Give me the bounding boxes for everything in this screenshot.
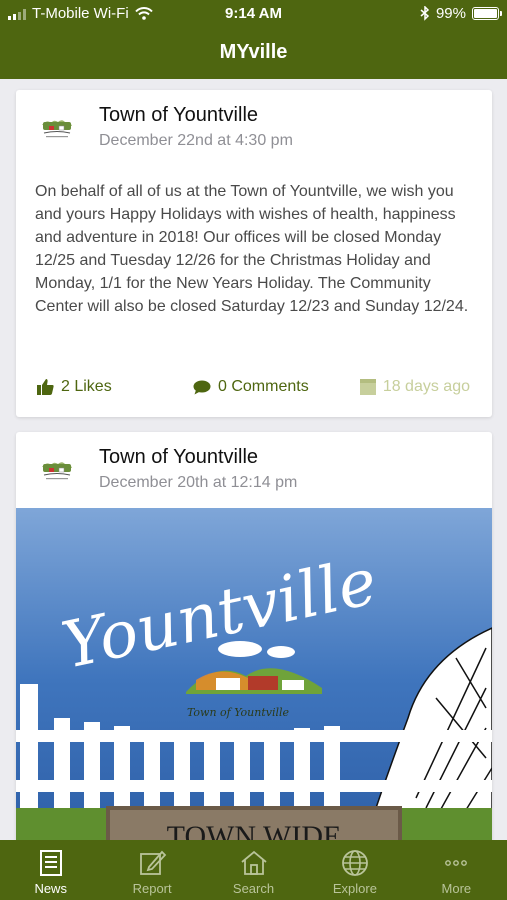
likes-count: 2 Likes	[61, 378, 112, 395]
post-image[interactable]: Yountville Town of Yountville TOWN WIDE	[16, 508, 492, 852]
more-icon	[445, 860, 468, 866]
report-icon	[140, 850, 167, 875]
news-icon	[39, 850, 62, 876]
news-post-card[interactable]: Town of Yountville December 20th at 12:1…	[16, 432, 492, 852]
bottom-tab-bar: News Report Search Explore More	[0, 840, 507, 900]
comments-count: 0 Comments	[218, 378, 309, 395]
bluetooth-icon	[420, 6, 430, 21]
tab-news[interactable]: News	[0, 840, 101, 900]
calendar-icon	[359, 379, 376, 395]
post-age-label: 18 days ago	[382, 378, 470, 395]
tab-label: Explore	[332, 881, 377, 896]
news-post-card[interactable]: Town of Yountville December 22nd at 4:30…	[16, 90, 492, 417]
post-actions: 2 Likes 0 Comments 18 days ago	[16, 378, 492, 402]
tab-more[interactable]: More	[406, 840, 507, 900]
status-bar: T-Mobile Wi-Fi 9:14 AM 99%	[0, 0, 507, 28]
thumbs-up-icon	[37, 379, 54, 395]
battery-percent: 99%	[435, 5, 466, 22]
tab-explore[interactable]: Explore	[304, 840, 405, 900]
town-logo-avatar	[42, 120, 72, 138]
battery-icon	[472, 7, 502, 20]
tab-report[interactable]: Report	[101, 840, 202, 900]
post-author: Town of Yountville	[99, 446, 259, 468]
post-age: 18 days ago	[359, 378, 470, 396]
post-date: December 22nd at 4:30 pm	[99, 132, 293, 149]
tab-label: Report	[132, 881, 172, 896]
page-title: MYville	[219, 41, 288, 63]
app-header: T-Mobile Wi-Fi 9:14 AM 99% MYville	[0, 0, 507, 79]
comment-button[interactable]: 0 Comments	[193, 378, 309, 396]
tab-search[interactable]: Search	[203, 840, 304, 900]
tab-label: More	[441, 881, 472, 896]
tab-label: News	[34, 881, 67, 896]
tab-label: Search	[232, 881, 275, 896]
image-logo-caption: Town of Yountville	[187, 706, 290, 719]
search-house-icon	[240, 850, 267, 875]
post-date: December 20th at 12:14 pm	[99, 474, 298, 491]
like-button[interactable]: 2 Likes	[37, 378, 112, 396]
globe-icon	[342, 850, 368, 876]
town-logo-avatar	[42, 462, 72, 480]
comment-bubble-icon	[193, 380, 211, 394]
post-body: On behalf of all of us at the Town of Yo…	[35, 183, 469, 315]
post-author: Town of Yountville	[99, 104, 259, 126]
